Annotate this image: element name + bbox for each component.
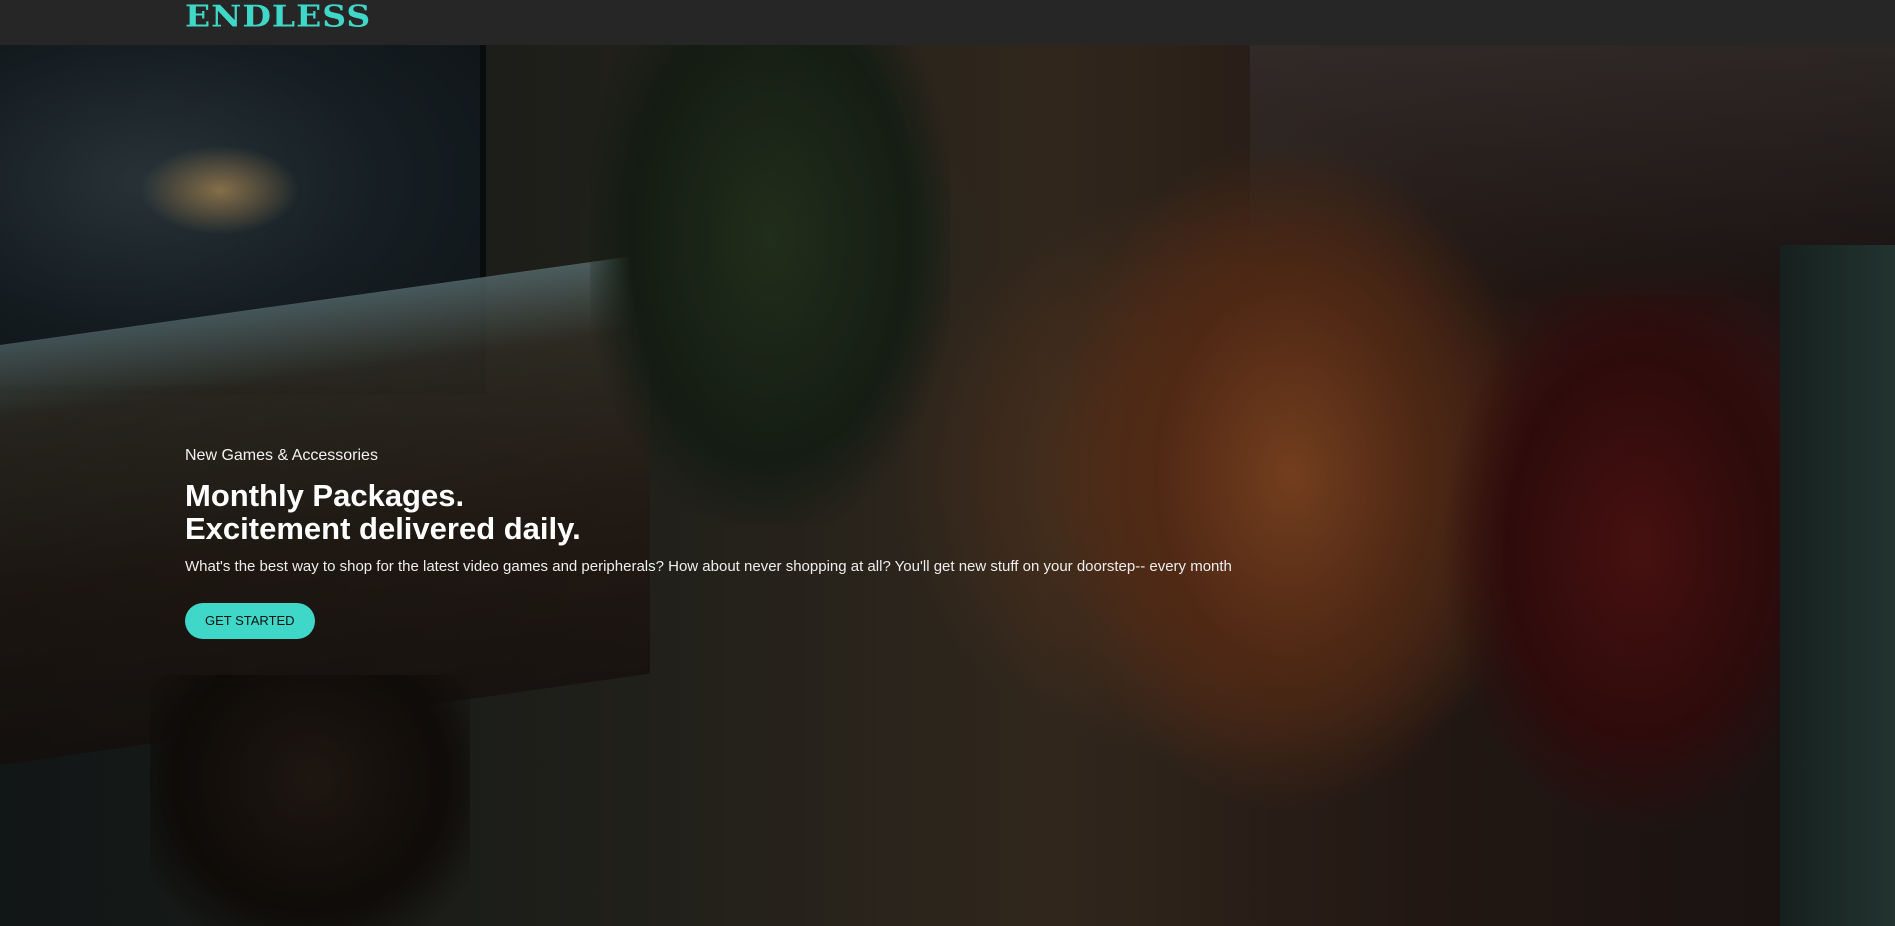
- get-started-button[interactable]: GET STARTED: [185, 603, 315, 639]
- hero-headline-line1: Monthly Packages.: [185, 478, 465, 513]
- top-navigation-bar: ENDLESS: [0, 0, 1895, 45]
- hero-eyebrow: New Games & Accessories: [185, 447, 378, 464]
- hero-headline-line2: Excitement delivered daily.: [185, 511, 581, 546]
- hero-headline: Monthly Packages. Excitement delivered d…: [185, 479, 1585, 545]
- brand-logo[interactable]: ENDLESS: [185, 0, 371, 33]
- hero-content: New Games & Accessories Monthly Packages…: [185, 446, 1585, 639]
- hero-description: What's the best way to shop for the late…: [185, 558, 1232, 575]
